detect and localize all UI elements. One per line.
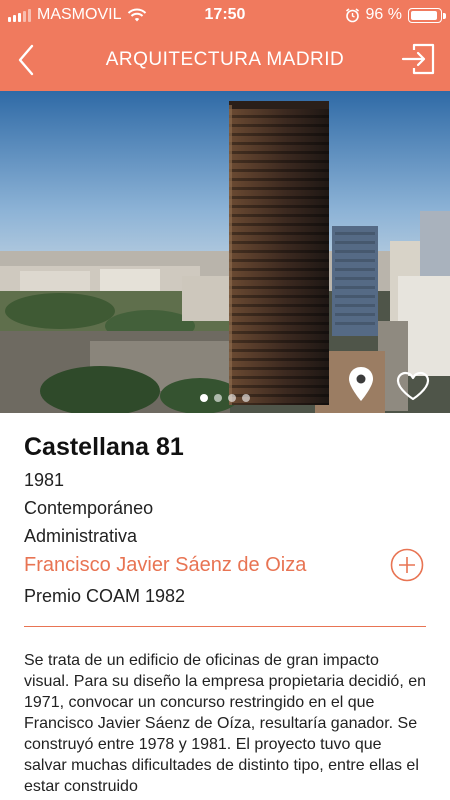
gallery-dot[interactable]	[200, 394, 208, 402]
expand-architect-button[interactable]	[390, 548, 424, 582]
section-divider	[24, 626, 426, 627]
status-bar: MASMOVIL 17:50 96 %	[0, 0, 450, 30]
favorite-button[interactable]	[396, 371, 430, 401]
alarm-icon	[345, 7, 359, 22]
gallery-dot[interactable]	[228, 394, 236, 402]
gallery-pagination	[0, 389, 450, 407]
building-name: Castellana 81	[24, 433, 184, 461]
building-type: Administrativa	[24, 526, 138, 546]
building-year: 1981	[24, 470, 65, 490]
building-style: Contemporáneo	[24, 498, 154, 518]
building-photo	[0, 91, 450, 413]
map-pin-button[interactable]	[347, 366, 375, 402]
nav-bar: ARQUITECTURA MADRID	[0, 34, 450, 86]
battery-icon	[408, 7, 446, 23]
battery-level	[411, 10, 437, 20]
building-description: Se trata de un edificio de oficinas de g…	[24, 652, 427, 795]
status-right: 96 %	[345, 6, 446, 24]
architect-link[interactable]: Francisco Javier Sáenz de Oiza	[24, 554, 306, 577]
page-title: ARQUITECTURA MADRID	[105, 49, 345, 70]
battery-percent: 96 %	[365, 6, 402, 23]
app-header: MASMOVIL 17:50 96 % ARQUITECTURA MADRID	[0, 0, 450, 91]
gallery-dot[interactable]	[214, 394, 222, 402]
building-photo-gallery[interactable]	[0, 91, 450, 413]
building-award: Premio COAM 1982	[24, 586, 186, 606]
gallery-dot[interactable]	[242, 394, 250, 402]
exit-button[interactable]	[400, 42, 436, 76]
